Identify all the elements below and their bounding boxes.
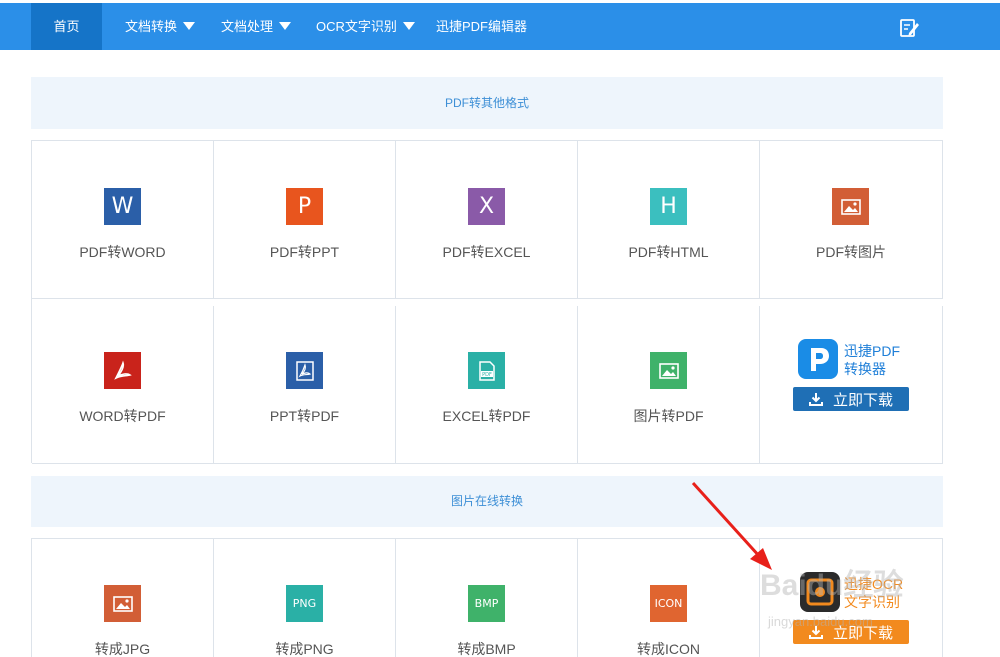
tool-label: PDF转HTML bbox=[628, 244, 709, 260]
tool-label: 转成BMP bbox=[457, 641, 516, 657]
tool-pdf-to-excel[interactable]: X PDF转EXCEL bbox=[396, 141, 578, 299]
image-convert-grid: 转成JPG PNG 转成PNG BMP 转成BMP ICON 转成ICON 迅捷… bbox=[31, 538, 943, 657]
nav-label: 迅捷PDF编辑器 bbox=[436, 19, 528, 34]
promo-ocr[interactable]: 迅捷OCR 文字识别 立即下载 bbox=[760, 539, 943, 657]
image-icon bbox=[104, 585, 141, 622]
tool-word-to-pdf[interactable]: WORD转PDF bbox=[32, 306, 214, 464]
tool-pdf-to-html[interactable]: H PDF转HTML bbox=[578, 141, 760, 299]
tool-label: PDF转PPT bbox=[269, 244, 340, 260]
pdf-convert-grid: W PDF转WORD P PDF转PPT X PDF转EXCEL H PDF转H… bbox=[31, 140, 943, 464]
nav-item-pdf-editor[interactable]: 迅捷PDF编辑器 bbox=[436, 3, 527, 50]
chevron-down-icon bbox=[402, 22, 415, 30]
promo-line: 文字识别 bbox=[844, 594, 900, 610]
svg-text:PDF: PDF bbox=[482, 372, 492, 378]
section-header-pdf-to-other: PDF转其他格式 bbox=[31, 77, 943, 129]
chevron-down-icon bbox=[279, 22, 292, 30]
promo-line: 迅捷PDF bbox=[844, 343, 900, 359]
download-label: 立即下载 bbox=[832, 391, 893, 409]
nav-label: 文档处理 bbox=[221, 19, 274, 34]
tool-label: PDF转图片 bbox=[816, 244, 886, 260]
top-nav: 首页 文档转换 文档处理 OCR文字识别 迅捷PDF编辑器 bbox=[0, 3, 1000, 50]
tool-ppt-to-pdf[interactable]: PPT转PDF bbox=[214, 306, 396, 464]
word-icon: W bbox=[104, 188, 141, 225]
tool-label: WORD转PDF bbox=[79, 408, 166, 424]
tool-label: EXCEL转PDF bbox=[442, 408, 531, 424]
tool-to-png[interactable]: PNG 转成PNG bbox=[214, 539, 396, 657]
bmp-icon: BMP bbox=[468, 585, 505, 622]
promo-pdf-converter[interactable]: 迅捷PDF 转换器 立即下载 bbox=[760, 306, 943, 464]
pdf-converter-logo-icon bbox=[798, 339, 838, 379]
tool-label: 转成ICON bbox=[637, 641, 700, 657]
tool-to-icon[interactable]: ICON 转成ICON bbox=[578, 539, 760, 657]
image-icon bbox=[650, 352, 687, 389]
tool-label: PDF转WORD bbox=[79, 244, 166, 260]
tool-pdf-to-word[interactable]: W PDF转WORD bbox=[32, 141, 214, 299]
tool-pdf-to-ppt[interactable]: P PDF转PPT bbox=[214, 141, 396, 299]
nav-label: OCR文字识别 bbox=[316, 19, 397, 34]
download-button[interactable]: 立即下载 bbox=[793, 620, 909, 644]
promo-title: 迅捷PDF 转换器 bbox=[844, 342, 900, 378]
html-icon: H bbox=[650, 188, 687, 225]
edit-note-icon[interactable] bbox=[899, 17, 920, 38]
nav-item-doc-convert[interactable]: 文档转换 bbox=[125, 3, 196, 50]
tool-pdf-to-image[interactable]: PDF转图片 bbox=[760, 141, 943, 299]
acrobat-icon bbox=[104, 352, 141, 389]
excel-icon: X bbox=[468, 188, 505, 225]
nav-label: 首页 bbox=[53, 19, 80, 34]
nav-item-home[interactable]: 首页 bbox=[31, 3, 102, 50]
pdf-file-icon: PDF bbox=[468, 352, 505, 389]
section-header-image-convert: 图片在线转换 bbox=[31, 476, 943, 527]
tool-label: PPT转PDF bbox=[269, 408, 340, 424]
tool-to-jpg[interactable]: 转成JPG bbox=[32, 539, 214, 657]
nav-item-ocr[interactable]: OCR文字识别 bbox=[316, 3, 415, 50]
ppt-icon: P bbox=[286, 188, 323, 225]
chevron-down-icon bbox=[183, 22, 196, 30]
tool-label: 图片转PDF bbox=[633, 408, 704, 424]
download-label: 立即下载 bbox=[832, 624, 893, 642]
ocr-logo-icon bbox=[800, 572, 840, 612]
download-icon bbox=[808, 626, 823, 639]
image-icon bbox=[832, 188, 869, 225]
tool-label: 转成PNG bbox=[275, 641, 334, 657]
promo-line: 迅捷OCR bbox=[844, 576, 904, 592]
tool-label: 转成JPG bbox=[94, 641, 151, 657]
tool-label: PDF转EXCEL bbox=[442, 244, 531, 260]
promo-line: 转换器 bbox=[844, 361, 886, 377]
tool-image-to-pdf[interactable]: 图片转PDF bbox=[578, 306, 760, 464]
nav-item-doc-process[interactable]: 文档处理 bbox=[221, 3, 292, 50]
tool-to-bmp[interactable]: BMP 转成BMP bbox=[396, 539, 578, 657]
pdf-doc-icon bbox=[286, 352, 323, 389]
nav-label: 文档转换 bbox=[125, 19, 178, 34]
png-icon: PNG bbox=[286, 585, 323, 622]
promo-title: 迅捷OCR 文字识别 bbox=[844, 575, 903, 611]
tool-excel-to-pdf[interactable]: PDF EXCEL转PDF bbox=[396, 306, 578, 464]
download-button[interactable]: 立即下载 bbox=[793, 387, 909, 411]
download-icon bbox=[808, 393, 823, 406]
icon-format-icon: ICON bbox=[650, 585, 687, 622]
